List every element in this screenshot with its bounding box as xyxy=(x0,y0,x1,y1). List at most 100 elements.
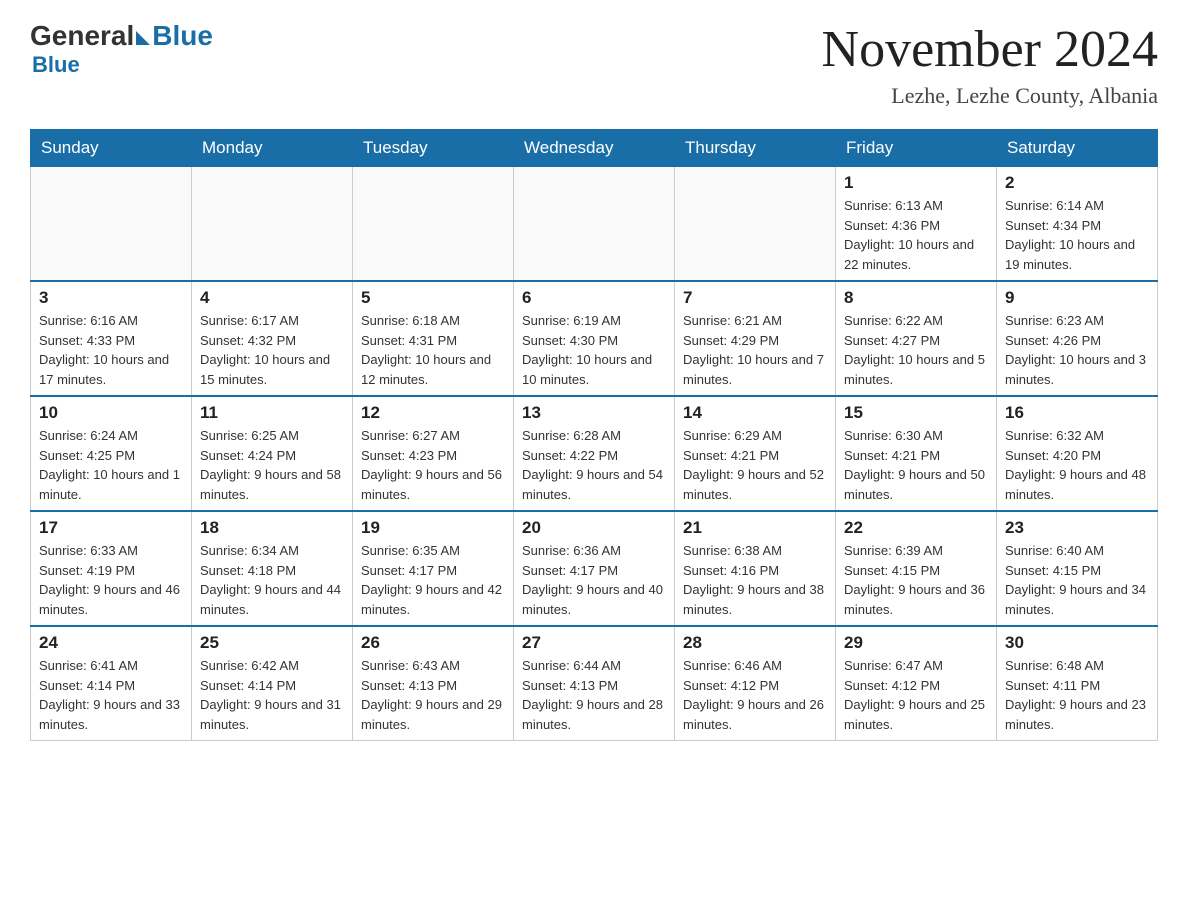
calendar-day-cell: 25Sunrise: 6:42 AMSunset: 4:14 PMDayligh… xyxy=(192,626,353,741)
calendar-day-cell: 30 Sunrise: 6:48 AMSunset: 4:11 PMDayligh… xyxy=(997,626,1158,741)
day-of-week-header: Saturday xyxy=(997,130,1158,167)
day-info: Sunrise: 6:34 AMSunset: 4:18 PMDaylight:… xyxy=(200,541,344,619)
calendar-day-cell: 3Sunrise: 6:16 AMSunset: 4:33 PMDaylight… xyxy=(31,281,192,396)
calendar-day-cell: 12 Sunrise: 6:27 AMSunset: 4:23 PMDayligh… xyxy=(353,396,514,511)
day-number: 17 xyxy=(39,518,183,538)
day-number: 24 xyxy=(39,633,183,653)
calendar-week-row: 24 Sunrise: 6:41 AMSunset: 4:14 PMDayligh… xyxy=(31,626,1158,741)
day-info: Sunrise: 6:25 AMSunset: 4:24 PMDaylight:… xyxy=(200,426,344,504)
calendar-day-cell: 10Sunrise: 6:24 AMSunset: 4:25 PMDayligh… xyxy=(31,396,192,511)
calendar-day-cell: 11 Sunrise: 6:25 AMSunset: 4:24 PMDayligh… xyxy=(192,396,353,511)
calendar-day-cell: 26 Sunrise: 6:43 AMSunset: 4:13 PMDayligh… xyxy=(353,626,514,741)
calendar-day-cell xyxy=(675,167,836,282)
day-info: Sunrise: 6:21 AMSunset: 4:29 PMDaylight:… xyxy=(683,311,827,389)
day-number: 13 xyxy=(522,403,666,423)
logo-subtitle: Blue xyxy=(32,52,80,78)
logo: General Blue Blue xyxy=(30,20,213,78)
calendar-day-cell: 14 Sunrise: 6:29 AMSunset: 4:21 PMDayligh… xyxy=(675,396,836,511)
calendar-day-cell: 13 Sunrise: 6:28 AMSunset: 4:22 PMDayligh… xyxy=(514,396,675,511)
calendar-day-cell: 19 Sunrise: 6:35 AMSunset: 4:17 PMDayligh… xyxy=(353,511,514,626)
day-number: 8 xyxy=(844,288,988,308)
calendar-day-cell: 27Sunrise: 6:44 AMSunset: 4:13 PMDayligh… xyxy=(514,626,675,741)
calendar-week-row: 1 Sunrise: 6:13 AMSunset: 4:36 PMDaylight… xyxy=(31,167,1158,282)
calendar-day-cell: 9 Sunrise: 6:23 AMSunset: 4:26 PMDaylight… xyxy=(997,281,1158,396)
day-info: Sunrise: 6:35 AMSunset: 4:17 PMDaylight:… xyxy=(361,541,505,619)
calendar-day-cell: 7 Sunrise: 6:21 AMSunset: 4:29 PMDaylight… xyxy=(675,281,836,396)
day-number: 29 xyxy=(844,633,988,653)
calendar-day-cell xyxy=(192,167,353,282)
day-number: 27 xyxy=(522,633,666,653)
logo-triangle-icon xyxy=(136,31,150,45)
day-info: Sunrise: 6:32 AMSunset: 4:20 PMDaylight:… xyxy=(1005,426,1149,504)
day-of-week-header: Sunday xyxy=(31,130,192,167)
calendar-day-cell: 2 Sunrise: 6:14 AMSunset: 4:34 PMDaylight… xyxy=(997,167,1158,282)
calendar-day-cell: 15Sunrise: 6:30 AMSunset: 4:21 PMDayligh… xyxy=(836,396,997,511)
calendar-header-row: SundayMondayTuesdayWednesdayThursdayFrid… xyxy=(31,130,1158,167)
day-number: 7 xyxy=(683,288,827,308)
logo-general-text: General xyxy=(30,20,134,52)
day-info: Sunrise: 6:46 AMSunset: 4:12 PMDaylight:… xyxy=(683,656,827,734)
day-number: 16 xyxy=(1005,403,1149,423)
day-number: 1 xyxy=(844,173,988,193)
calendar-day-cell: 28 Sunrise: 6:46 AMSunset: 4:12 PMDayligh… xyxy=(675,626,836,741)
day-number: 5 xyxy=(361,288,505,308)
day-info: Sunrise: 6:47 AMSunset: 4:12 PMDaylight:… xyxy=(844,656,988,734)
calendar-week-row: 17Sunrise: 6:33 AMSunset: 4:19 PMDayligh… xyxy=(31,511,1158,626)
day-number: 14 xyxy=(683,403,827,423)
day-info: Sunrise: 6:24 AMSunset: 4:25 PMDaylight:… xyxy=(39,426,183,504)
day-number: 20 xyxy=(522,518,666,538)
day-info: Sunrise: 6:27 AMSunset: 4:23 PMDaylight:… xyxy=(361,426,505,504)
day-info: Sunrise: 6:41 AMSunset: 4:14 PMDaylight:… xyxy=(39,656,183,734)
day-number: 12 xyxy=(361,403,505,423)
day-number: 11 xyxy=(200,403,344,423)
day-number: 30 xyxy=(1005,633,1149,653)
day-info: Sunrise: 6:18 AMSunset: 4:31 PMDaylight:… xyxy=(361,311,505,389)
day-number: 28 xyxy=(683,633,827,653)
day-info: Sunrise: 6:14 AMSunset: 4:34 PMDaylight:… xyxy=(1005,196,1149,274)
day-number: 3 xyxy=(39,288,183,308)
month-title: November 2024 xyxy=(822,20,1158,79)
day-info: Sunrise: 6:28 AMSunset: 4:22 PMDaylight:… xyxy=(522,426,666,504)
calendar-day-cell: 23 Sunrise: 6:40 AMSunset: 4:15 PMDayligh… xyxy=(997,511,1158,626)
day-info: Sunrise: 6:23 AMSunset: 4:26 PMDaylight:… xyxy=(1005,311,1149,389)
day-number: 23 xyxy=(1005,518,1149,538)
calendar-day-cell: 6 Sunrise: 6:19 AMSunset: 4:30 PMDaylight… xyxy=(514,281,675,396)
day-of-week-header: Wednesday xyxy=(514,130,675,167)
calendar-table: SundayMondayTuesdayWednesdayThursdayFrid… xyxy=(30,129,1158,741)
calendar-day-cell: 24 Sunrise: 6:41 AMSunset: 4:14 PMDayligh… xyxy=(31,626,192,741)
day-info: Sunrise: 6:40 AMSunset: 4:15 PMDaylight:… xyxy=(1005,541,1149,619)
day-number: 6 xyxy=(522,288,666,308)
day-info: Sunrise: 6:29 AMSunset: 4:21 PMDaylight:… xyxy=(683,426,827,504)
calendar-day-cell: 21Sunrise: 6:38 AMSunset: 4:16 PMDayligh… xyxy=(675,511,836,626)
day-info: Sunrise: 6:39 AMSunset: 4:15 PMDaylight:… xyxy=(844,541,988,619)
calendar-day-cell: 17Sunrise: 6:33 AMSunset: 4:19 PMDayligh… xyxy=(31,511,192,626)
calendar-day-cell: 16 Sunrise: 6:32 AMSunset: 4:20 PMDayligh… xyxy=(997,396,1158,511)
calendar-day-cell: 29 Sunrise: 6:47 AMSunset: 4:12 PMDayligh… xyxy=(836,626,997,741)
day-info: Sunrise: 6:38 AMSunset: 4:16 PMDaylight:… xyxy=(683,541,827,619)
day-number: 19 xyxy=(361,518,505,538)
calendar-day-cell xyxy=(514,167,675,282)
calendar-day-cell xyxy=(353,167,514,282)
logo-blue-text: Blue xyxy=(152,20,213,52)
calendar-day-cell: 18 Sunrise: 6:34 AMSunset: 4:18 PMDayligh… xyxy=(192,511,353,626)
day-info: Sunrise: 6:22 AMSunset: 4:27 PMDaylight:… xyxy=(844,311,988,389)
day-info: Sunrise: 6:48 AMSunset: 4:11 PMDaylight:… xyxy=(1005,656,1149,734)
calendar-day-cell: 22Sunrise: 6:39 AMSunset: 4:15 PMDayligh… xyxy=(836,511,997,626)
calendar-week-row: 3Sunrise: 6:16 AMSunset: 4:33 PMDaylight… xyxy=(31,281,1158,396)
day-of-week-header: Friday xyxy=(836,130,997,167)
day-info: Sunrise: 6:36 AMSunset: 4:17 PMDaylight:… xyxy=(522,541,666,619)
day-number: 25 xyxy=(200,633,344,653)
day-number: 2 xyxy=(1005,173,1149,193)
day-info: Sunrise: 6:13 AMSunset: 4:36 PMDaylight:… xyxy=(844,196,988,274)
day-info: Sunrise: 6:19 AMSunset: 4:30 PMDaylight:… xyxy=(522,311,666,389)
day-number: 18 xyxy=(200,518,344,538)
day-info: Sunrise: 6:17 AMSunset: 4:32 PMDaylight:… xyxy=(200,311,344,389)
calendar-day-cell: 8 Sunrise: 6:22 AMSunset: 4:27 PMDaylight… xyxy=(836,281,997,396)
day-number: 26 xyxy=(361,633,505,653)
calendar-week-row: 10Sunrise: 6:24 AMSunset: 4:25 PMDayligh… xyxy=(31,396,1158,511)
title-block: November 2024 Lezhe, Lezhe County, Alban… xyxy=(822,20,1158,109)
page-header: General Blue Blue November 2024 Lezhe, L… xyxy=(30,20,1158,109)
location-text: Lezhe, Lezhe County, Albania xyxy=(822,83,1158,109)
day-number: 9 xyxy=(1005,288,1149,308)
day-info: Sunrise: 6:43 AMSunset: 4:13 PMDaylight:… xyxy=(361,656,505,734)
